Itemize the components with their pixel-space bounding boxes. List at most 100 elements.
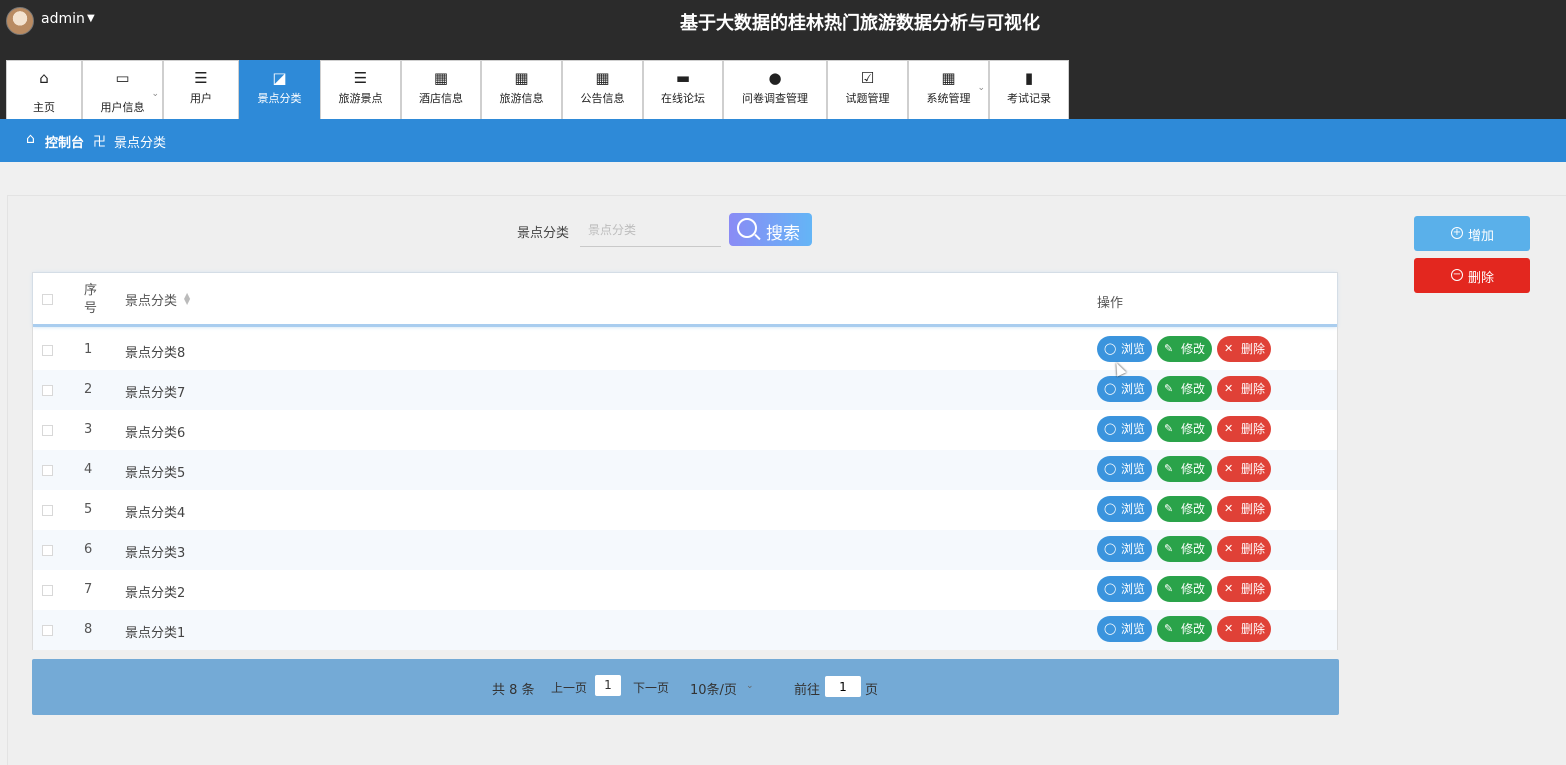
row-checkbox[interactable] xyxy=(42,385,53,396)
edit-button[interactable]: ✎ 修改 xyxy=(1157,616,1212,642)
close-icon: ✕ xyxy=(1224,622,1234,635)
edit-button[interactable]: ✎ 修改 xyxy=(1157,336,1212,362)
delete-button[interactable]: ✕ 删除 xyxy=(1217,376,1271,402)
row-checkbox[interactable] xyxy=(42,585,53,596)
nav-item-questions[interactable]: ☑ 试题管理 xyxy=(827,60,908,119)
delete-button-label: 删除 xyxy=(1241,622,1266,636)
pagination: 共 8 条 上一页 1 下一页 10条/页 ⌄ 前往 页 xyxy=(32,659,1339,715)
goto-unit: 页 xyxy=(865,683,879,698)
current-page[interactable]: 1 xyxy=(595,675,621,696)
nav-item-announcements[interactable]: ▦ 公告信息 xyxy=(562,60,643,119)
avatar[interactable] xyxy=(6,7,34,35)
delete-button[interactable]: ✕ 删除 xyxy=(1217,616,1271,642)
nav-item-travel-info[interactable]: ▦ 旅游信息 xyxy=(481,60,562,119)
table-row: 6 景点分类3 ◯ 浏览 ✎ 修改 ✕ 删除 xyxy=(33,530,1337,570)
edit-button[interactable]: ✎ 修改 xyxy=(1157,576,1212,602)
nav-item-hotels[interactable]: ▦ 酒店信息 xyxy=(401,60,481,119)
edit-icon: ✎ xyxy=(1164,502,1174,515)
nav-item-label: 主页 xyxy=(33,101,55,114)
view-button[interactable]: ◯ 浏览 xyxy=(1097,416,1152,442)
table-row: 4 景点分类5 ◯ 浏览 ✎ 修改 ✕ 删除 xyxy=(33,450,1337,490)
list-icon: ☰ xyxy=(194,69,208,87)
view-button[interactable]: ◯ 浏览 xyxy=(1097,616,1152,642)
chevron-down-icon: ⌄ xyxy=(977,83,985,93)
row-category: 景点分类3 xyxy=(125,546,186,561)
prev-page-button[interactable]: 上一页 xyxy=(551,679,587,696)
search-icon: ◯ xyxy=(1104,622,1117,635)
nav-item-label: 问卷调查管理 xyxy=(742,92,808,105)
delete-button[interactable]: ✕ 删除 xyxy=(1217,336,1271,362)
edit-button[interactable]: ✎ 修改 xyxy=(1157,456,1212,482)
edit-icon: ✎ xyxy=(1164,382,1174,395)
delete-button[interactable]: ✕ 删除 xyxy=(1217,496,1271,522)
nav-item-label: 系统管理 xyxy=(926,92,971,105)
row-index: 1 xyxy=(84,342,93,357)
search-label: 景点分类 xyxy=(517,226,570,241)
table-row: 7 景点分类2 ◯ 浏览 ✎ 修改 ✕ 删除 xyxy=(33,570,1337,610)
row-checkbox[interactable] xyxy=(42,625,53,636)
nav-item-user-info[interactable]: ▭ 用户信息 ⌄ xyxy=(82,60,163,119)
view-button[interactable]: ◯ 浏览 xyxy=(1097,336,1152,362)
row-checkbox[interactable] xyxy=(42,425,53,436)
close-icon: ✕ xyxy=(1224,582,1234,595)
edit-button[interactable]: ✎ 修改 xyxy=(1157,376,1212,402)
row-index: 6 xyxy=(84,542,93,557)
nav-item-home[interactable]: ⌂ 主页 xyxy=(6,60,82,119)
batch-delete-button[interactable]: − 删除 xyxy=(1414,258,1530,293)
edit-button[interactable]: ✎ 修改 xyxy=(1157,416,1212,442)
goto-page-input[interactable] xyxy=(825,676,861,697)
nav-item-system[interactable]: ▦ 系统管理 ⌄ xyxy=(908,60,989,119)
breadcrumb-current: 景点分类 xyxy=(114,136,167,151)
view-button[interactable]: ◯ 浏览 xyxy=(1097,536,1152,562)
column-header-category[interactable]: 景点分类 xyxy=(125,290,177,309)
nav-item-exam-records[interactable]: ▮ 考试记录 xyxy=(989,60,1069,119)
view-button-label: 浏览 xyxy=(1121,502,1146,516)
edit-button-label: 修改 xyxy=(1181,342,1206,356)
next-page-button[interactable]: 下一页 xyxy=(633,679,669,696)
page-size-select[interactable]: 10条/页 xyxy=(690,679,737,698)
edit-button[interactable]: ✎ 修改 xyxy=(1157,496,1212,522)
view-button-label: 浏览 xyxy=(1121,422,1146,436)
edit-button[interactable]: ✎ 修改 xyxy=(1157,536,1212,562)
row-category: 景点分类7 xyxy=(125,386,186,401)
nav-item-scenic-spots[interactable]: ☰ 旅游景点 xyxy=(320,60,401,119)
edit-icon: ✎ xyxy=(1164,542,1174,555)
sort-icon[interactable]: ▲ ▼ xyxy=(184,292,190,306)
nav-item-users[interactable]: ☰ 用户 xyxy=(163,60,239,119)
nav-item-survey[interactable]: ● 问卷调查管理 xyxy=(723,60,827,119)
user-name[interactable]: admin xyxy=(41,11,85,27)
search-button[interactable]: 搜索 xyxy=(729,213,812,246)
row-checkbox[interactable] xyxy=(42,545,53,556)
view-button[interactable]: ◯ 浏览 xyxy=(1097,376,1152,402)
close-icon: ✕ xyxy=(1224,342,1234,355)
row-checkbox[interactable] xyxy=(42,465,53,476)
nav-item-label: 旅游景点 xyxy=(338,92,383,105)
select-all-checkbox[interactable] xyxy=(42,294,53,305)
add-button[interactable]: + 增加 xyxy=(1414,216,1530,251)
table-row: 5 景点分类4 ◯ 浏览 ✎ 修改 ✕ 删除 xyxy=(33,490,1337,530)
briefcase-icon: ▬ xyxy=(675,69,691,87)
nav-item-scenic-category[interactable]: ◪ 景点分类 xyxy=(239,60,320,119)
grid-icon: ▦ xyxy=(595,69,610,87)
search-input[interactable] xyxy=(580,214,721,247)
delete-button[interactable]: ✕ 删除 xyxy=(1217,536,1271,562)
close-icon: ✕ xyxy=(1224,382,1234,395)
goto-label: 前往 xyxy=(794,683,821,698)
table-row: 2 景点分类7 ◯ 浏览 ✎ 修改 ✕ 删除 xyxy=(33,370,1337,410)
table-row: 3 景点分类6 ◯ 浏览 ✎ 修改 ✕ 删除 xyxy=(33,410,1337,450)
row-checkbox[interactable] xyxy=(42,505,53,516)
nav-item-forum[interactable]: ▬ 在线论坛 xyxy=(643,60,723,119)
delete-button-label: 删除 xyxy=(1241,422,1266,436)
row-checkbox[interactable] xyxy=(42,345,53,356)
delete-button[interactable]: ✕ 删除 xyxy=(1217,576,1271,602)
view-button[interactable]: ◯ 浏览 xyxy=(1097,496,1152,522)
view-button[interactable]: ◯ 浏览 xyxy=(1097,456,1152,482)
chevron-down-icon[interactable]: ⌄ xyxy=(746,681,754,691)
breadcrumb-root[interactable]: 控制台 xyxy=(45,132,84,151)
plus-circle-icon: + xyxy=(1451,227,1463,239)
delete-button[interactable]: ✕ 删除 xyxy=(1217,456,1271,482)
view-button[interactable]: ◯ 浏览 xyxy=(1097,576,1152,602)
caret-down-icon[interactable]: ▼ xyxy=(87,13,95,24)
row-category: 景点分类4 xyxy=(125,506,186,521)
delete-button[interactable]: ✕ 删除 xyxy=(1217,416,1271,442)
